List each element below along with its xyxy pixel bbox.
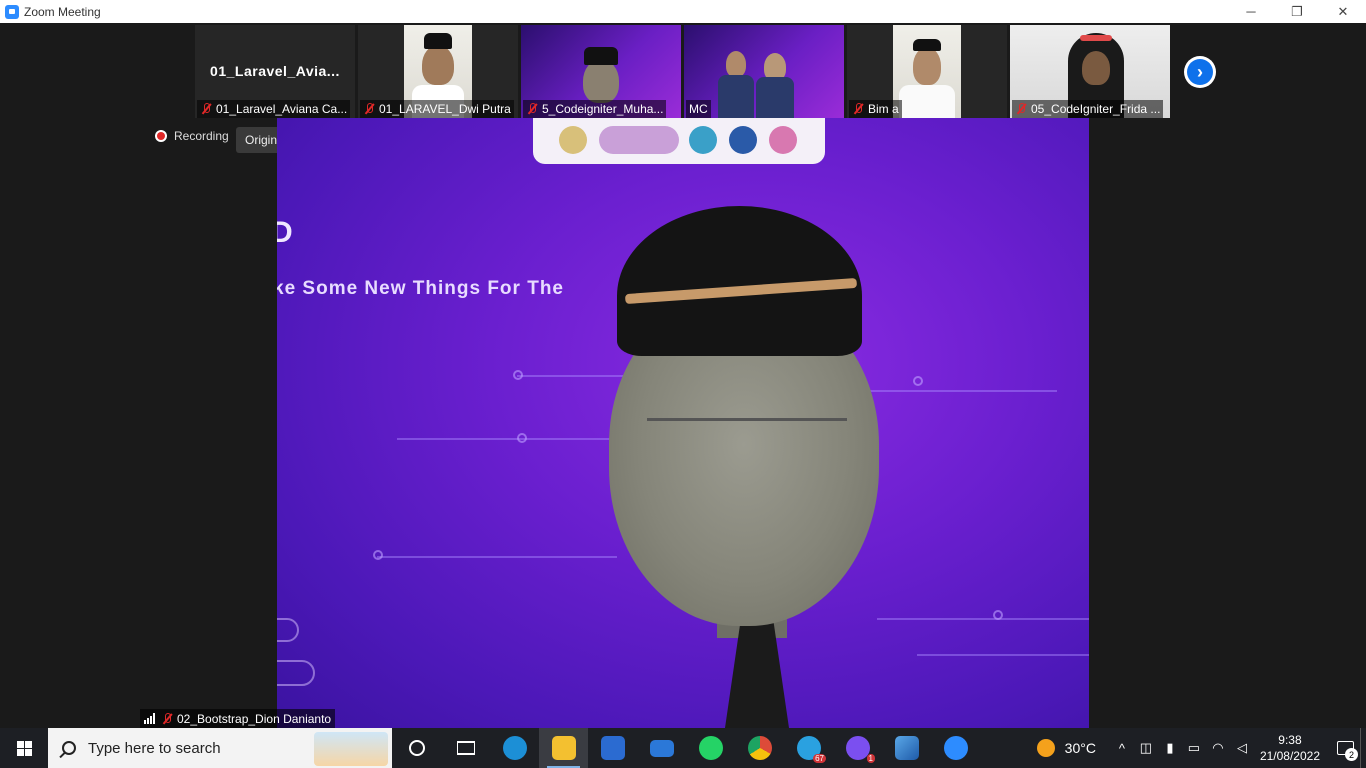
whatsapp-icon [698, 736, 723, 760]
weather-temperature[interactable]: 30°C [1065, 740, 1096, 756]
action-center-button[interactable]: 2 [1330, 728, 1360, 768]
participant-name: 5_Codeigniter_Muha... [542, 102, 664, 116]
taskbar-app-file-explorer[interactable] [539, 728, 588, 768]
taskbar-app-photos[interactable] [882, 728, 931, 768]
record-icon [155, 130, 167, 142]
participant-display-name: 01_Laravel_Avia... [210, 63, 340, 79]
active-speaker-video: D ke Some New Things For The [277, 118, 1089, 728]
weather-icon[interactable] [1036, 739, 1055, 757]
participant-label: MC [686, 100, 711, 118]
cortana-button[interactable] [392, 728, 441, 768]
restore-button[interactable]: ❐ [1274, 0, 1320, 23]
file-explorer-icon [551, 736, 576, 760]
participant-name: 05_CodeIgniter_Frida ... [1031, 102, 1161, 116]
muted-mic-icon [200, 103, 212, 115]
chrome-icon [747, 736, 772, 760]
connection-signal-icon [144, 713, 155, 724]
background-banner-text: ke Some New Things For The [277, 278, 564, 299]
notification-badge: 1 [866, 754, 875, 763]
clock-time: 9:38 [1278, 733, 1302, 747]
window-controls: ─ ❐ ✕ [1228, 0, 1366, 23]
speaker-glasses [647, 418, 847, 458]
show-desktop-button[interactable] [1360, 728, 1366, 768]
close-button[interactable]: ✕ [1320, 0, 1366, 23]
zoom-app-icon [5, 4, 19, 19]
volume-icon[interactable]: ◁ [1230, 740, 1254, 756]
search-placeholder: Type here to search [88, 739, 221, 757]
chevron-up-icon[interactable]: ^ [1110, 741, 1134, 756]
recording-indicator[interactable]: Recording [155, 129, 229, 143]
clock-date: 21/08/2022 [1259, 749, 1320, 763]
active-speaker-label: 02_Bootstrap_Dion Danianto [140, 709, 336, 728]
zoom-icon [943, 736, 968, 760]
background-badge [277, 660, 315, 686]
participant-name: MC [689, 102, 708, 116]
edge-icon [502, 736, 527, 760]
meeting-area: 01_Laravel_Avia... 01_Laravel_Aviana Ca.… [0, 23, 1366, 728]
muted-mic-icon [161, 712, 173, 725]
participant-label: 01_LARAVEL_Dwi Putra [360, 100, 514, 118]
muted-mic-icon [1015, 103, 1027, 115]
participant-tile[interactable]: MC [684, 25, 844, 118]
active-speaker-name: 02_Bootstrap_Dion Danianto [177, 711, 332, 726]
taskbar-app-edge[interactable] [490, 728, 539, 768]
taskbar-app-messenger[interactable]: 1 [833, 728, 882, 768]
participant-tile[interactable]: 01_LARAVEL_Dwi Putra [358, 25, 518, 118]
windows-logo-icon [16, 740, 32, 756]
start-button[interactable] [0, 728, 48, 768]
notification-count: 2 [1345, 748, 1358, 761]
cortana-icon [408, 740, 425, 756]
mail-icon [649, 739, 674, 757]
muted-mic-icon [363, 103, 375, 115]
participant-label: 01_Laravel_Aviana Ca... [197, 100, 351, 118]
taskbar-app-store[interactable] [588, 728, 637, 768]
participant-label: Bim a [849, 100, 902, 118]
participant-name: Bim a [868, 102, 899, 116]
taskbar-app-telegram[interactable]: 67 [784, 728, 833, 768]
participant-name: 01_LARAVEL_Dwi Putra [379, 102, 511, 116]
taskbar-app-whatsapp[interactable] [686, 728, 735, 768]
year-badge [277, 618, 299, 642]
taskbar-app-chrome[interactable] [735, 728, 784, 768]
participant-video [893, 25, 961, 118]
next-page-button[interactable]: › [1184, 56, 1216, 88]
participant-tile[interactable]: 5_Codeigniter_Muha... [521, 25, 681, 118]
chevron-right-icon: › [1187, 59, 1213, 85]
gallery-strip: 01_Laravel_Avia... 01_Laravel_Aviana Ca.… [195, 25, 1170, 118]
notification-badge: 67 [813, 754, 826, 763]
participant-label: 5_Codeigniter_Muha... [523, 100, 667, 118]
minimize-button[interactable]: ─ [1228, 0, 1274, 23]
window-title: Zoom Meeting [24, 4, 101, 19]
store-icon [600, 736, 625, 760]
taskbar-search-box[interactable]: Type here to search [48, 728, 392, 768]
task-view-button[interactable] [441, 728, 490, 768]
muted-mic-icon [852, 103, 864, 115]
sponsor-logo-banner [533, 118, 825, 164]
task-view-icon [456, 741, 475, 755]
participant-label: 05_CodeIgniter_Frida ... [1012, 100, 1164, 118]
background-letter: D [277, 216, 293, 249]
system-tray: 30°C ^ ◫ ▮ ▭ ◠ ◁ 9:38 21/08/2022 2 [1036, 728, 1366, 768]
wifi-icon[interactable]: ◠ [1206, 740, 1230, 756]
participant-tile[interactable]: 01_Laravel_Avia... 01_Laravel_Aviana Ca.… [195, 25, 355, 118]
photos-icon [894, 736, 919, 760]
muted-mic-icon [526, 103, 538, 115]
participant-tile[interactable]: 05_CodeIgniter_Frida ... [1010, 25, 1170, 118]
participant-tile[interactable]: Bim a [847, 25, 1007, 118]
recording-label: Recording [174, 129, 229, 143]
system-clock[interactable]: 9:38 21/08/2022 [1260, 732, 1320, 764]
microphone-icon[interactable]: ▮ [1158, 740, 1182, 756]
windows-taskbar: Type here to search 67 1 30°C ^ ◫ ▮ ▭ ◠ … [0, 728, 1366, 768]
meet-now-icon[interactable]: ◫ [1134, 740, 1158, 756]
messenger-icon [845, 736, 870, 760]
participant-name: 01_Laravel_Aviana Ca... [216, 102, 348, 116]
taskbar-app-mail[interactable] [637, 728, 686, 768]
search-highlight-image [314, 732, 388, 766]
battery-icon[interactable]: ▭ [1182, 740, 1206, 756]
search-icon [62, 741, 76, 755]
taskbar-app-zoom[interactable] [931, 728, 980, 768]
title-bar: Zoom Meeting ─ ❐ ✕ [0, 0, 1366, 23]
